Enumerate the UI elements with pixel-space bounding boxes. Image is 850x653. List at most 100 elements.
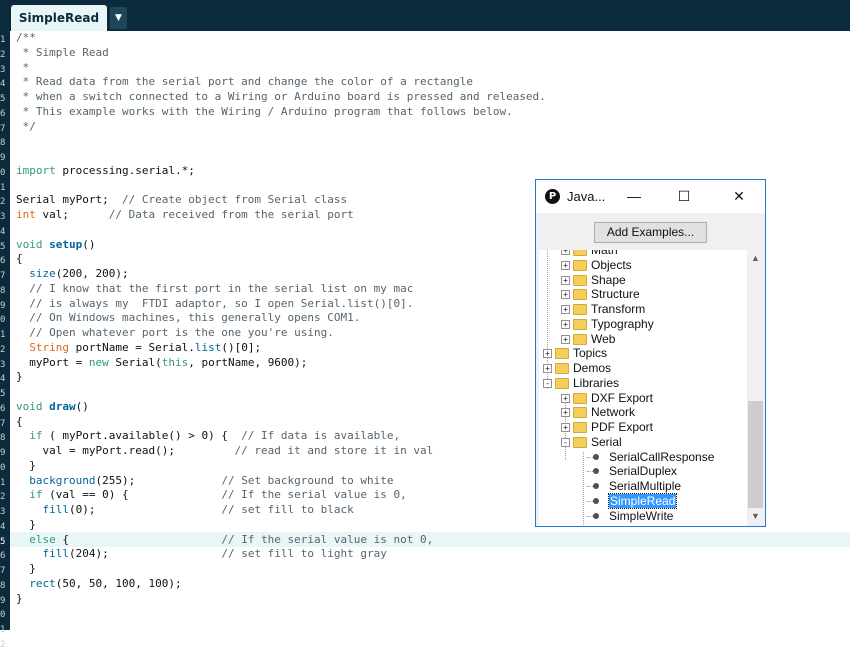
code-token: (50, 50, 100, 100); (55, 576, 182, 590)
collapse-icon[interactable]: - (561, 437, 570, 447)
code-token: ()[0]; (221, 340, 262, 354)
code-token: // Data received from the serial port (108, 208, 354, 221)
code-token: else (29, 532, 56, 546)
line-number: 3 (0, 64, 6, 75)
expand-icon[interactable]: + (561, 319, 570, 329)
tree-item-label: Shape (591, 272, 626, 287)
code-token: int (16, 208, 36, 221)
expand-icon[interactable]: + (561, 305, 570, 314)
line-number-gutter: 1 2 3 4 5 6 7 8 9 0 1 2 3 4 5 6 7 8 9 0 1 2 3 4 5 6 7 8 9 0 1 2 3 4 5 6 7 8 9 0… (0, 31, 10, 650)
tree-item-transform[interactable]: Transform (591, 302, 645, 317)
code-token: */ (16, 119, 36, 133)
line-number: 1 (0, 477, 6, 488)
window-title: Java... (567, 189, 606, 204)
maximize-icon[interactable]: ☐ (661, 180, 707, 213)
code-token: size (29, 267, 56, 280)
tree-item-pdf-export[interactable]: PDF Export (591, 420, 653, 435)
code-token: { (55, 532, 222, 546)
code-line: */ (16, 120, 850, 135)
add-examples-button[interactable]: Add Examples... (594, 222, 707, 243)
line-number: 3 (0, 212, 6, 222)
tree-scrollbar[interactable]: ▲ ▼ (747, 250, 764, 526)
folder-icon (555, 377, 569, 389)
line-number: 8 (0, 138, 6, 149)
folder-icon (573, 259, 587, 271)
minimize-icon[interactable]: — (611, 180, 657, 213)
tree-item-label: PDF Export (591, 420, 654, 434)
tree-item-network[interactable]: Network (591, 405, 635, 420)
chevron-down-icon[interactable]: ▼ (110, 7, 127, 29)
tree-item-serial[interactable]: Serial (591, 435, 622, 450)
code-token: // read it and store it in val (234, 444, 434, 457)
line-number: 2 (0, 639, 6, 650)
tree-item-topics[interactable]: Topics (573, 346, 607, 361)
line-number: 6 (0, 403, 6, 414)
window-titlebar[interactable]: P Java... — ☐ ✕ (536, 180, 765, 213)
expand-icon[interactable]: + (561, 290, 570, 300)
tree-item-libraries[interactable]: Libraries (573, 376, 619, 391)
code-token: String (29, 340, 69, 354)
scrollbar-thumb[interactable] (748, 401, 763, 508)
code-token: setup (49, 237, 83, 251)
code-token: fill (42, 547, 70, 561)
line-number: 7 (0, 123, 6, 134)
expand-icon[interactable]: + (561, 408, 570, 418)
expand-icon[interactable]: + (561, 423, 570, 432)
line-number: 6 (0, 256, 6, 267)
examples-tree[interactable]: + Math + Objects + Shape + Structure + Transform +… (539, 250, 747, 526)
tree-item-serialduplex[interactable]: SerialDuplex (609, 464, 677, 479)
line-number: 7 (0, 418, 6, 429)
code-token: ( myPort.available() > 0) { (42, 429, 242, 443)
code-line: * (16, 61, 850, 76)
line-number: 9 (0, 300, 6, 311)
tree-item-simpleread[interactable]: SimpleRead (607, 492, 678, 509)
tree-item-objects[interactable]: Objects (591, 258, 632, 273)
tree-item-typography[interactable]: Typography (591, 317, 654, 332)
tree-item-serialcallresponse[interactable]: SerialCallResponse (609, 450, 714, 465)
expand-icon[interactable]: + (561, 260, 570, 270)
folder-icon (573, 392, 587, 404)
tree-item-dxf-export[interactable]: DXF Export (591, 391, 653, 406)
tree-item-shape[interactable]: Shape (591, 273, 626, 288)
code-token: // is always my FTDI adaptor, so I open … (16, 296, 414, 310)
tree-item-simplewrite[interactable]: SimpleWrite (609, 509, 673, 524)
line-number: 1 (0, 625, 6, 635)
code-token: (0); (69, 503, 222, 516)
folder-icon (573, 250, 587, 256)
line-number: 8 (0, 285, 6, 296)
tree-item-serialmultiple[interactable]: SerialMultiple (609, 479, 681, 494)
sketch-icon (593, 468, 599, 475)
expand-icon[interactable]: + (543, 349, 552, 359)
tree-item-structure[interactable]: Structure (591, 287, 640, 302)
collapse-icon[interactable]: - (543, 378, 552, 388)
expand-icon[interactable]: + (543, 364, 552, 373)
expand-icon[interactable]: + (561, 393, 570, 403)
expand-icon[interactable]: + (561, 250, 570, 255)
code-token: // If the serial value is not 0, (221, 532, 434, 546)
chevron-up-icon[interactable]: ▲ (747, 250, 764, 267)
tree-item-web[interactable]: Web (591, 332, 615, 347)
tree-item-label: SerialDuplex (609, 464, 678, 479)
code-token: // set fill to black (221, 503, 354, 516)
code-token: } (16, 517, 36, 531)
line-number: 4 (0, 374, 6, 385)
tree-item-label: Network (591, 405, 636, 420)
code-token: void (16, 399, 43, 413)
line-number: 4 (0, 521, 6, 532)
line-number: 9 (0, 448, 6, 458)
tab-simpleread[interactable]: SimpleRead (11, 5, 107, 31)
line-number: 8 (0, 433, 6, 444)
expand-icon[interactable]: + (561, 275, 570, 285)
code-token: // I know that the first port in the ser… (16, 281, 414, 295)
code-token: Serial( (108, 355, 162, 369)
tree-item-demos[interactable]: Demos (573, 361, 611, 376)
line-number: 1 (0, 35, 6, 45)
close-icon[interactable]: ✕ (716, 180, 762, 213)
chevron-down-icon[interactable]: ▼ (747, 508, 764, 525)
expand-icon[interactable]: + (561, 334, 570, 344)
sketch-icon (593, 497, 599, 504)
